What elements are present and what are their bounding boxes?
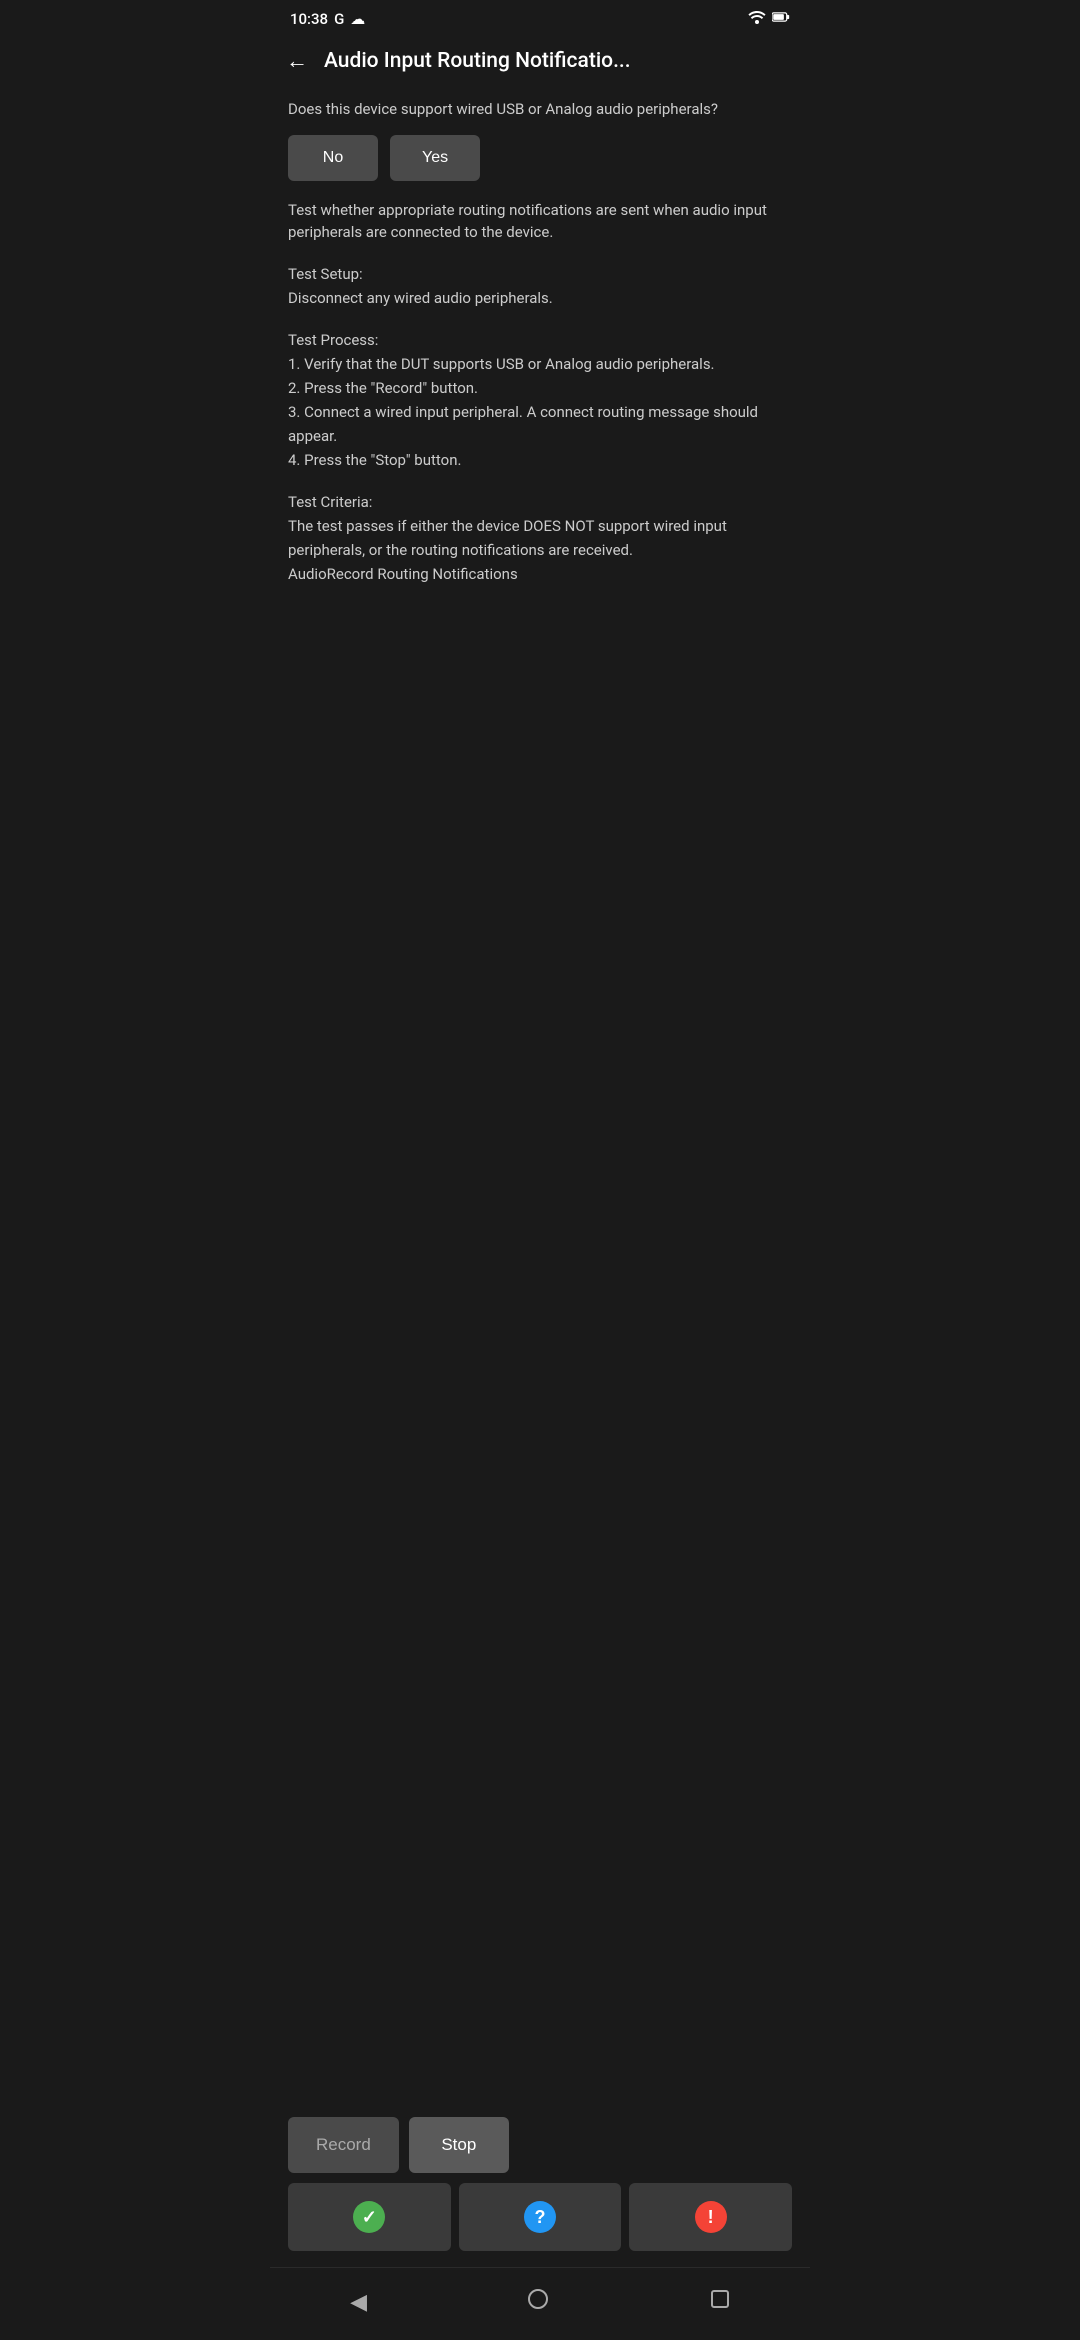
nav-recent-button[interactable] — [704, 2283, 736, 2321]
status-time: 10:38 — [290, 10, 328, 28]
no-button[interactable]: No — [288, 135, 378, 181]
yn-buttons-row: No Yes — [288, 135, 792, 181]
nav-back-button[interactable]: ◀ — [344, 2283, 373, 2321]
criteria-section: Test Criteria: The test passes if either… — [288, 490, 792, 586]
setup-title: Test Setup: — [288, 265, 363, 283]
info-icon: ? — [524, 2201, 556, 2233]
page-title: Audio Input Routing Notificatio... — [324, 49, 794, 73]
criteria-title: Test Criteria: — [288, 493, 372, 511]
battery-icon — [772, 10, 790, 28]
process-section: Test Process: 1. Verify that the DUT sup… — [288, 328, 792, 472]
yes-button[interactable]: Yes — [390, 135, 480, 181]
setup-section: Test Setup: Disconnect any wired audio p… — [288, 262, 792, 310]
setup-text: Disconnect any wired audio peripherals. — [288, 289, 553, 307]
action-buttons-row: Record Stop — [270, 2101, 810, 2183]
main-content: Does this device support wired USB or An… — [270, 88, 810, 1360]
fail-button[interactable]: ! — [629, 2183, 792, 2251]
stop-button[interactable]: Stop — [409, 2117, 509, 2173]
google-icon: G — [334, 10, 344, 28]
status-left: 10:38 G ☁ — [290, 10, 365, 28]
pass-button[interactable]: ✓ — [288, 2183, 451, 2251]
description-text: Test whether appropriate routing notific… — [288, 199, 792, 244]
nav-recent-icon — [710, 2289, 730, 2315]
wifi-icon — [748, 10, 766, 28]
status-bar: 10:38 G ☁ — [270, 0, 810, 34]
info-button[interactable]: ? — [459, 2183, 622, 2251]
result-buttons-row: ✓ ? ! — [270, 2183, 810, 2267]
back-button[interactable]: ← — [286, 48, 308, 74]
nav-back-icon: ◀ — [350, 2289, 367, 2315]
nav-home-button[interactable] — [521, 2282, 555, 2322]
question-text: Does this device support wired USB or An… — [288, 98, 792, 121]
process-title: Test Process: — [288, 331, 378, 349]
criteria-text: The test passes if either the device DOE… — [288, 517, 727, 583]
cloud-icon: ☁ — [350, 10, 365, 28]
toolbar: ← Audio Input Routing Notificatio... — [270, 34, 810, 88]
process-text: 1. Verify that the DUT supports USB or A… — [288, 355, 758, 469]
fail-icon: ! — [695, 2201, 727, 2233]
nav-bar: ◀ — [270, 2267, 810, 2340]
status-right — [748, 10, 790, 28]
pass-icon: ✓ — [353, 2201, 385, 2233]
record-button[interactable]: Record — [288, 2117, 399, 2173]
nav-home-icon — [527, 2288, 549, 2316]
